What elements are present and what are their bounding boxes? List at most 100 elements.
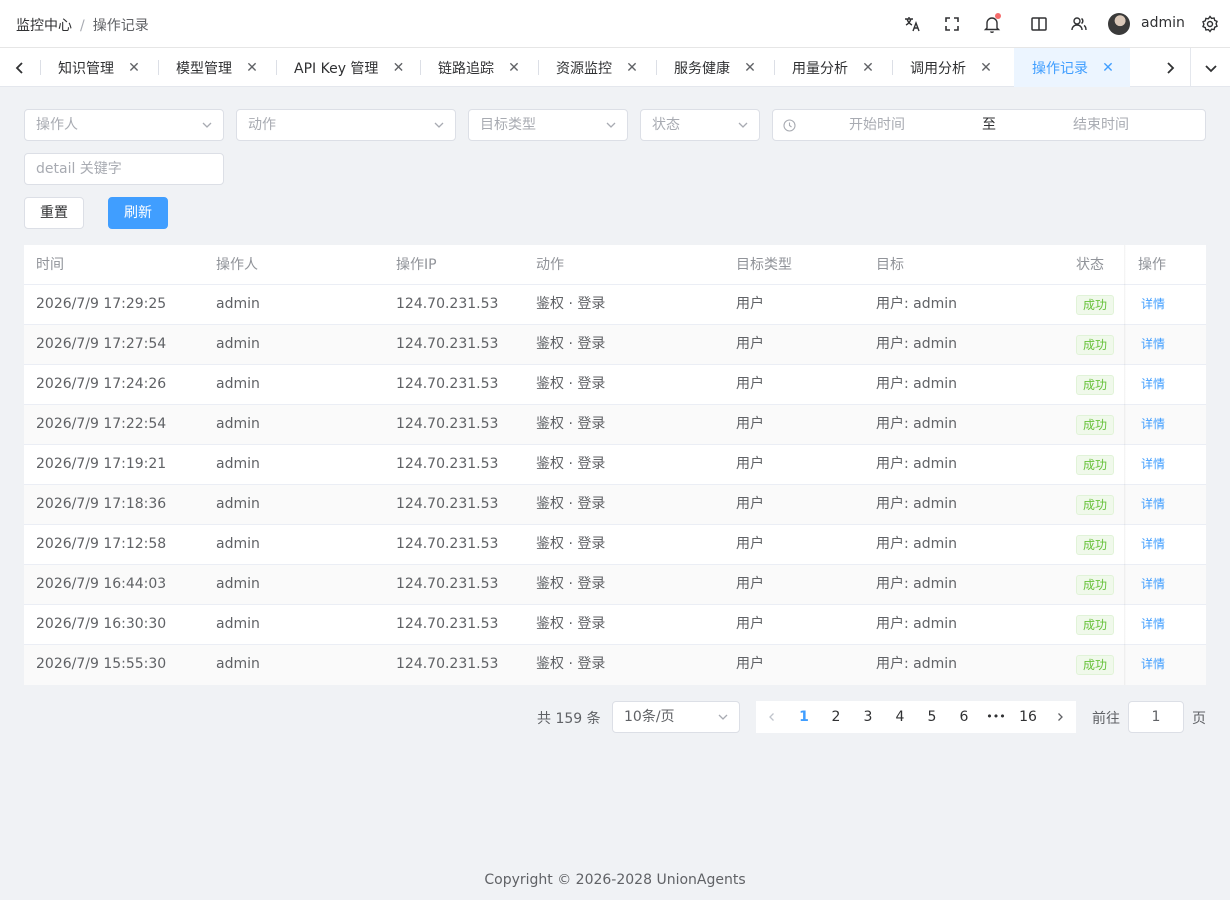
target-type-select[interactable]: 目标类型: [468, 109, 628, 141]
cell-operator: admin: [216, 456, 260, 472]
tabs-scroll-right-button[interactable]: [1150, 48, 1190, 87]
more-pages-ellipsis[interactable]: •••: [984, 701, 1008, 733]
cell-action: 鉴权 · 登录: [536, 376, 606, 392]
cell-operator: admin: [216, 496, 260, 512]
users-icon[interactable]: [1069, 14, 1089, 34]
tabs-list: 知识管理 ✕ 模型管理 ✕ API Key 管理 ✕ 链路追踪 ✕ 资源监控 ✕ 服务健康…: [40, 48, 1150, 87]
tabs-menu-button[interactable]: [1190, 48, 1230, 87]
cell-ip: 124.70.231.53: [396, 536, 499, 552]
close-icon[interactable]: ✕: [626, 60, 638, 76]
table-row: 2026/7/9 17:22:54 admin 124.70.231.53 鉴权…: [24, 405, 1206, 445]
detail-link[interactable]: 详情: [1141, 325, 1165, 364]
end-time-input[interactable]: 结束时间: [1073, 110, 1129, 140]
username[interactable]: admin: [1141, 15, 1185, 31]
cell-target: 用户: admin: [876, 376, 958, 392]
detail-link[interactable]: 详情: [1141, 605, 1165, 644]
detail-link[interactable]: 详情: [1141, 485, 1165, 524]
breadcrumb: 监控中心 / 操作记录: [16, 15, 149, 35]
status-badge: 成功: [1076, 415, 1115, 435]
goto-page-input[interactable]: 1: [1128, 701, 1184, 733]
tab-label: 服务健康: [674, 60, 730, 77]
cell-time: 2026/7/9 17:29:25: [36, 296, 167, 312]
goto-label: 前往: [1092, 711, 1120, 727]
translate-icon[interactable]: [902, 14, 922, 34]
close-icon[interactable]: ✕: [1102, 60, 1114, 76]
top-header: 监控中心 / 操作记录 admin: [0, 0, 1230, 48]
chevron-down-icon: [605, 119, 617, 131]
tab-call-analysis[interactable]: 调用分析 ✕: [892, 48, 1004, 87]
close-icon[interactable]: ✕: [744, 60, 756, 76]
start-time-input[interactable]: 开始时间: [849, 110, 905, 140]
page-number[interactable]: 1: [792, 701, 816, 733]
tab-service-health[interactable]: 服务健康 ✕: [656, 48, 768, 87]
detail-link[interactable]: 详情: [1141, 565, 1165, 604]
gear-icon[interactable]: [1200, 14, 1220, 34]
next-page-button[interactable]: [1048, 701, 1072, 733]
table-row: 2026/7/9 17:29:25 admin 124.70.231.53 鉴权…: [24, 285, 1206, 325]
prev-page-button[interactable]: [760, 701, 784, 733]
book-icon[interactable]: [1029, 14, 1049, 34]
close-icon[interactable]: ✕: [980, 60, 992, 76]
close-icon[interactable]: ✕: [128, 60, 140, 76]
tab-api-keys[interactable]: API Key 管理 ✕: [276, 48, 416, 87]
close-icon[interactable]: ✕: [392, 60, 405, 76]
cell-ip: 124.70.231.53: [396, 296, 499, 312]
tab-operation-log[interactable]: 操作记录 ✕: [1014, 48, 1130, 87]
column-header-ip: 操作IP: [396, 257, 437, 273]
cell-action: 鉴权 · 登录: [536, 336, 606, 352]
tab-usage-analysis[interactable]: 用量分析 ✕: [774, 48, 886, 87]
status-select[interactable]: 状态: [640, 109, 760, 141]
page-number[interactable]: 3: [856, 701, 880, 733]
page-number[interactable]: 16: [1016, 701, 1040, 733]
page-number[interactable]: 5: [920, 701, 944, 733]
detail-link[interactable]: 详情: [1141, 645, 1165, 684]
operator-select[interactable]: 操作人: [24, 109, 224, 141]
tabs-scroll-left-button[interactable]: [0, 48, 40, 87]
close-icon[interactable]: ✕: [862, 60, 874, 76]
cell-action: 鉴权 · 登录: [536, 536, 606, 552]
status-badge: 成功: [1076, 335, 1115, 355]
target-type-placeholder: 目标类型: [480, 117, 536, 133]
reset-button[interactable]: 重置: [24, 197, 84, 229]
column-header-target-type: 目标类型: [736, 257, 792, 273]
page-number[interactable]: 2: [824, 701, 848, 733]
action-select[interactable]: 动作: [236, 109, 456, 141]
detail-link[interactable]: 详情: [1141, 525, 1165, 564]
breadcrumb-root[interactable]: 监控中心: [16, 18, 72, 34]
detail-link[interactable]: 详情: [1141, 285, 1165, 324]
page-number[interactable]: 6: [952, 701, 976, 733]
refresh-button[interactable]: 刷新: [108, 197, 168, 229]
cell-target-type: 用户: [736, 616, 764, 632]
close-icon[interactable]: ✕: [246, 60, 258, 76]
tab-models[interactable]: 模型管理 ✕: [158, 48, 270, 87]
tab-label: 知识管理: [58, 60, 114, 77]
page-size-select[interactable]: 10条/页: [612, 701, 740, 733]
cell-target: 用户: admin: [876, 416, 958, 432]
cell-ip: 124.70.231.53: [396, 576, 499, 592]
table-row: 2026/7/9 17:19:21 admin 124.70.231.53 鉴权…: [24, 445, 1206, 485]
detail-link[interactable]: 详情: [1141, 405, 1165, 444]
operator-placeholder: 操作人: [36, 117, 78, 133]
fullscreen-icon[interactable]: [942, 14, 962, 34]
detail-link[interactable]: 详情: [1141, 365, 1165, 404]
bell-icon[interactable]: [982, 13, 1002, 34]
date-range-picker[interactable]: 开始时间 至 结束时间: [772, 109, 1206, 141]
tab-label: 用量分析: [792, 60, 848, 77]
cell-ip: 124.70.231.53: [396, 496, 499, 512]
tabs-bar: 知识管理 ✕ 模型管理 ✕ API Key 管理 ✕ 链路追踪 ✕ 资源监控 ✕ 服务健康…: [0, 48, 1230, 87]
cell-action: 鉴权 · 登录: [536, 656, 606, 672]
detail-link[interactable]: 详情: [1141, 445, 1165, 484]
tab-tracing[interactable]: 链路追踪 ✕: [420, 48, 532, 87]
tab-resource-monitor[interactable]: 资源监控 ✕: [538, 48, 650, 87]
cell-operator: admin: [216, 296, 260, 312]
fixed-column-shadow: [1124, 245, 1126, 685]
detail-keyword-placeholder: detail 关键字: [36, 161, 122, 177]
avatar[interactable]: [1108, 13, 1130, 35]
goto-unit: 页: [1192, 711, 1206, 727]
close-icon[interactable]: ✕: [508, 60, 520, 76]
cell-action: 鉴权 · 登录: [536, 616, 606, 632]
page-number[interactable]: 4: [888, 701, 912, 733]
detail-keyword-input[interactable]: detail 关键字: [24, 153, 224, 185]
column-header-target: 目标: [876, 257, 904, 273]
tab-knowledge[interactable]: 知识管理 ✕: [40, 48, 152, 87]
